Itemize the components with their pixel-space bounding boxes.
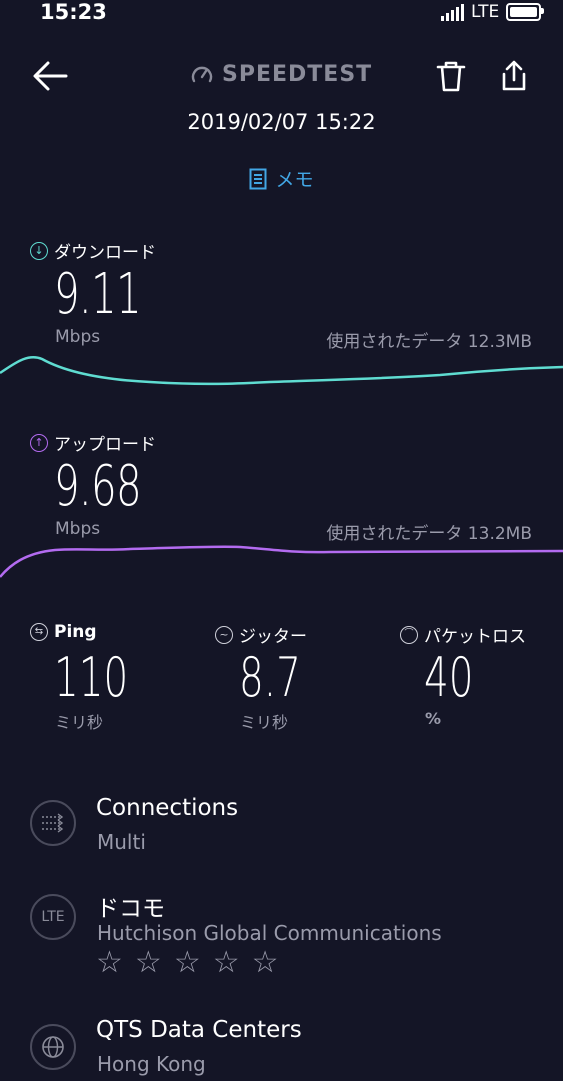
jitter-label-text: ジッター <box>239 627 307 647</box>
back-button[interactable] <box>30 58 70 94</box>
speedtest-logo: SPEEDTEST <box>190 62 372 87</box>
upload-label-text: アップロード <box>54 435 156 455</box>
star-icon[interactable]: ☆ <box>135 945 162 980</box>
network-type: LTE <box>471 2 500 22</box>
upload-icon: ↑ <box>30 433 48 452</box>
packet-loss-unit: % <box>425 709 442 728</box>
download-speed: 9.11 <box>54 262 142 327</box>
star-icon[interactable]: ☆ <box>174 945 201 980</box>
jitter-icon: ~ <box>215 625 233 644</box>
download-label: ↓ ダウンロード <box>30 238 156 263</box>
signal-icon <box>441 4 464 21</box>
packet-loss-label: ⌒ パケットロス <box>400 622 526 647</box>
star-icon[interactable]: ☆ <box>96 945 123 980</box>
packet-loss-value: 40 <box>424 646 474 709</box>
ping-label-text: Ping <box>54 622 97 642</box>
share-icon <box>502 60 526 91</box>
server-name: QTS Data Centers <box>96 1017 302 1043</box>
connections-value: Multi <box>97 830 146 854</box>
lte-icon-text: LTE <box>41 909 65 925</box>
trash-icon <box>436 61 466 92</box>
test-datetime: 2019/02/07 15:22 <box>187 110 376 134</box>
delete-button[interactable] <box>434 58 468 94</box>
jitter-unit: ミリ秒 <box>240 713 289 732</box>
memo-button[interactable]: メモ <box>0 165 563 192</box>
memo-label: メモ <box>275 169 314 191</box>
globe-icon <box>30 1024 76 1070</box>
download-icon: ↓ <box>30 241 48 260</box>
rating-stars[interactable]: ☆ ☆ ☆ ☆ ☆ <box>96 945 279 980</box>
jitter-value: 8.7 <box>239 646 301 709</box>
battery-icon <box>506 3 541 21</box>
ping-unit: ミリ秒 <box>55 713 104 732</box>
star-icon[interactable]: ☆ <box>252 945 279 980</box>
provider-name: ドコモ <box>96 896 165 922</box>
ping-value: 110 <box>54 646 129 709</box>
ping-icon: ⇆ <box>30 623 48 641</box>
logo-text: SPEEDTEST <box>222 62 373 87</box>
provider-isp: Hutchison Global Communications <box>97 921 442 945</box>
upload-label: ↑ アップロード <box>30 430 156 455</box>
download-label-text: ダウンロード <box>54 243 156 263</box>
packet-loss-icon: ⌒ <box>400 625 418 644</box>
download-graph <box>0 356 563 386</box>
speedometer-icon <box>191 66 213 82</box>
back-arrow-icon <box>33 61 68 91</box>
connections-icon <box>30 800 76 846</box>
connections-title: Connections <box>96 795 239 821</box>
ping-label: ⇆ Ping <box>30 622 97 642</box>
upload-speed: 9.68 <box>54 454 142 519</box>
lte-provider-icon: LTE <box>30 894 76 940</box>
upload-graph <box>0 545 563 578</box>
download-unit: Mbps <box>55 327 101 347</box>
star-icon[interactable]: ☆ <box>213 945 240 980</box>
server-location: Hong Kong <box>97 1052 206 1076</box>
battery-tip <box>541 8 544 14</box>
status-time: 15:23 <box>40 0 107 24</box>
memo-icon <box>249 168 267 189</box>
share-button[interactable] <box>498 58 530 94</box>
packet-loss-label-text: パケットロス <box>424 627 526 647</box>
jitter-label: ~ ジッター <box>215 622 307 647</box>
